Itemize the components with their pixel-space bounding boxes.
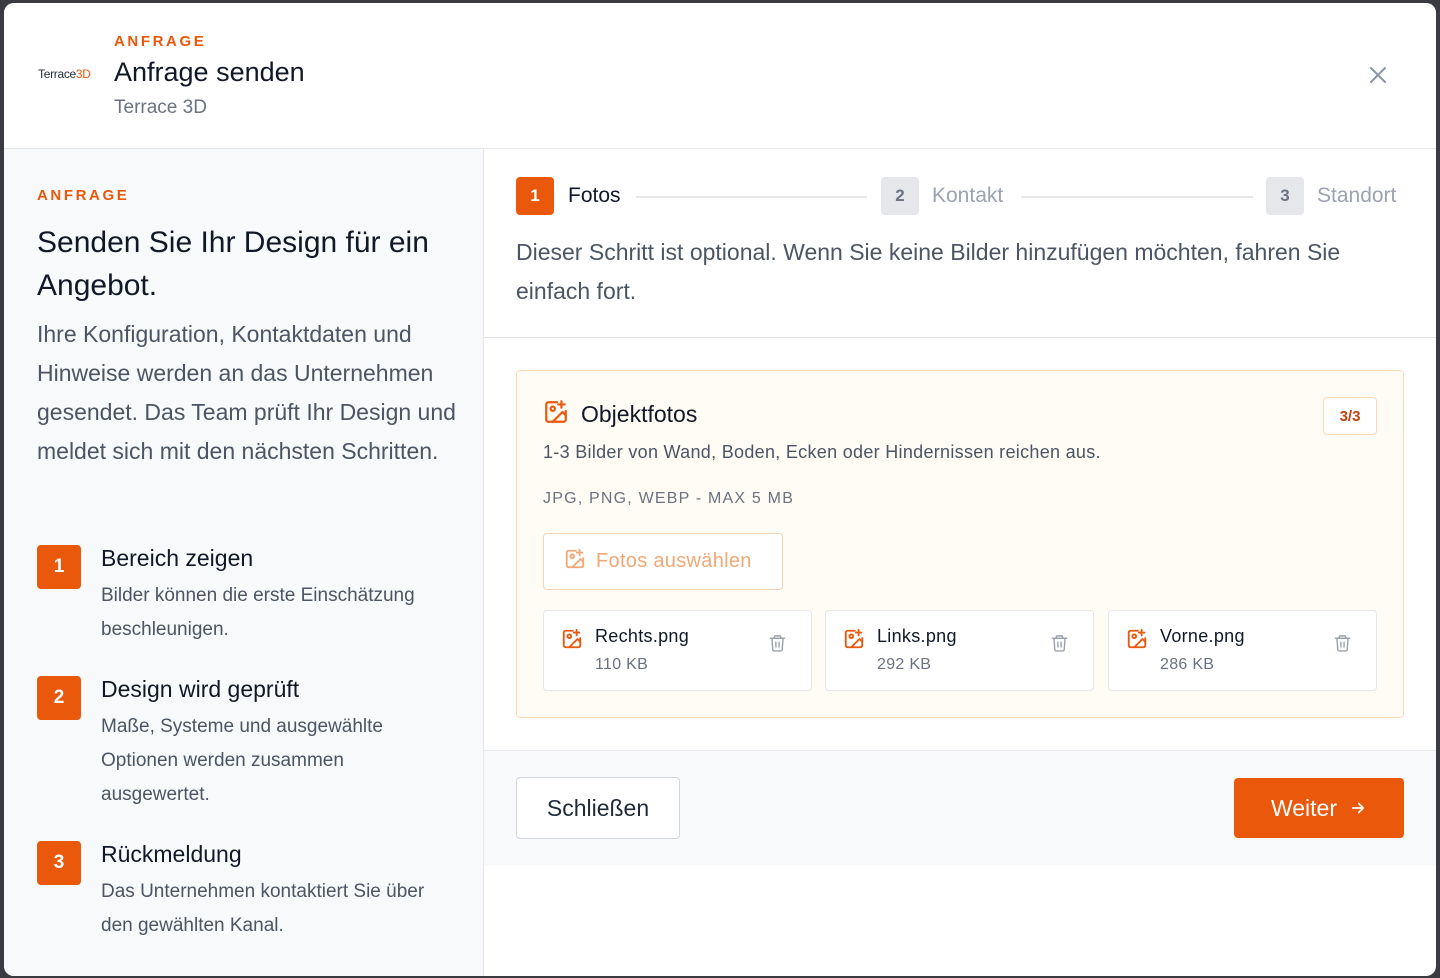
step-number-badge: 2 — [37, 676, 81, 720]
step-content: 1 Fotos 2 Kontakt 3 Standort Dieser Schr… — [484, 149, 1436, 976]
file-name: Rechts.png — [595, 626, 690, 646]
arrow-right-icon — [1349, 799, 1367, 817]
optional-note: Dieser Schritt ist optional. Wenn Sie ke… — [516, 239, 1341, 304]
header-eyebrow: ANFRAGE — [114, 33, 207, 50]
image-add-icon — [543, 399, 569, 430]
info-item-title: Design wird geprüft — [101, 676, 300, 702]
step-3-badge[interactable]: 3 — [1266, 177, 1304, 215]
divider — [484, 337, 1436, 338]
info-description: Ihre Konfiguration, Kontaktdaten und Hin… — [37, 321, 456, 464]
info-eyebrow: ANFRAGE — [37, 187, 130, 204]
next-button-label: Weiter — [1270, 794, 1338, 821]
step-number-badge: 1 — [37, 545, 81, 589]
info-item-title: Bereich zeigen — [101, 545, 254, 571]
select-photos-button[interactable]: Fotos auswählen — [543, 533, 783, 590]
file-tile: Vorne.png 286 KB — [1108, 610, 1377, 691]
step-3-label[interactable]: Standort — [1317, 184, 1396, 208]
company-logo: Terrace3D — [38, 67, 91, 81]
trash-icon[interactable] — [768, 633, 787, 658]
step-number-badge: 3 — [37, 841, 81, 885]
info-item-title: Rückmeldung — [101, 841, 242, 867]
image-add-icon — [564, 548, 586, 575]
dialog-subtitle: Terrace 3D — [114, 97, 207, 118]
dialog-footer: Schließen Weiter — [484, 750, 1436, 865]
file-tile: Links.png 292 KB — [825, 610, 1094, 691]
file-size: 286 KB — [1160, 656, 1215, 673]
dialog-header: Terrace3D ANFRAGE Anfrage senden Terrace… — [4, 3, 1436, 149]
step-1-label[interactable]: Fotos — [568, 184, 621, 208]
photo-upload-card: Objektfotos 3/3 1-3 Bilder von Wand, Bod… — [516, 370, 1404, 718]
file-name: Links.png — [877, 626, 957, 646]
stepper-connector — [1021, 196, 1253, 198]
upload-hint: 1-3 Bilder von Wand, Boden, Ecken oder H… — [543, 442, 1101, 462]
info-item-desc: Maße, Systeme und ausgewählte Optionen w… — [101, 716, 383, 805]
select-photos-label: Fotos auswählen — [596, 550, 752, 572]
trash-icon[interactable] — [1050, 633, 1069, 658]
trash-icon[interactable] — [1333, 633, 1352, 658]
info-panel: ANFRAGE Senden Sie Ihr Design für ein An… — [4, 149, 484, 976]
step-2-badge[interactable]: 2 — [881, 177, 919, 215]
step-1-badge[interactable]: 1 — [516, 177, 554, 215]
info-item-desc: Das Unternehmen kontaktiert Sie über den… — [101, 881, 425, 936]
file-size: 110 KB — [595, 656, 649, 673]
photo-count-badge: 3/3 — [1323, 397, 1377, 435]
card-title: Objektfotos — [581, 401, 698, 427]
info-item-desc: Bilder können die erste Einschätzung bes… — [101, 585, 415, 640]
upload-formats: JPG, PNG, WEBP - MAX 5 MB — [543, 490, 795, 507]
step-2-label[interactable]: Kontakt — [932, 184, 1003, 208]
stepper: 1 Fotos 2 Kontakt 3 Standort — [516, 177, 1404, 215]
close-button[interactable]: Schließen — [516, 777, 680, 839]
dialog-title: Anfrage senden — [114, 57, 305, 87]
image-file-icon — [1126, 628, 1148, 655]
next-button[interactable]: Weiter — [1234, 778, 1404, 838]
info-headline: Senden Sie Ihr Design für ein Angebot. — [37, 226, 429, 302]
image-file-icon — [561, 628, 583, 655]
request-dialog: Terrace3D ANFRAGE Anfrage senden Terrace… — [4, 3, 1436, 976]
card-title-row: Objektfotos — [543, 399, 697, 430]
file-name: Vorne.png — [1160, 626, 1245, 646]
file-tile: Rechts.png 110 KB — [543, 610, 812, 691]
stepper-connector — [636, 196, 867, 198]
close-icon[interactable] — [1366, 63, 1390, 87]
image-file-icon — [843, 628, 865, 655]
file-size: 292 KB — [877, 656, 932, 673]
